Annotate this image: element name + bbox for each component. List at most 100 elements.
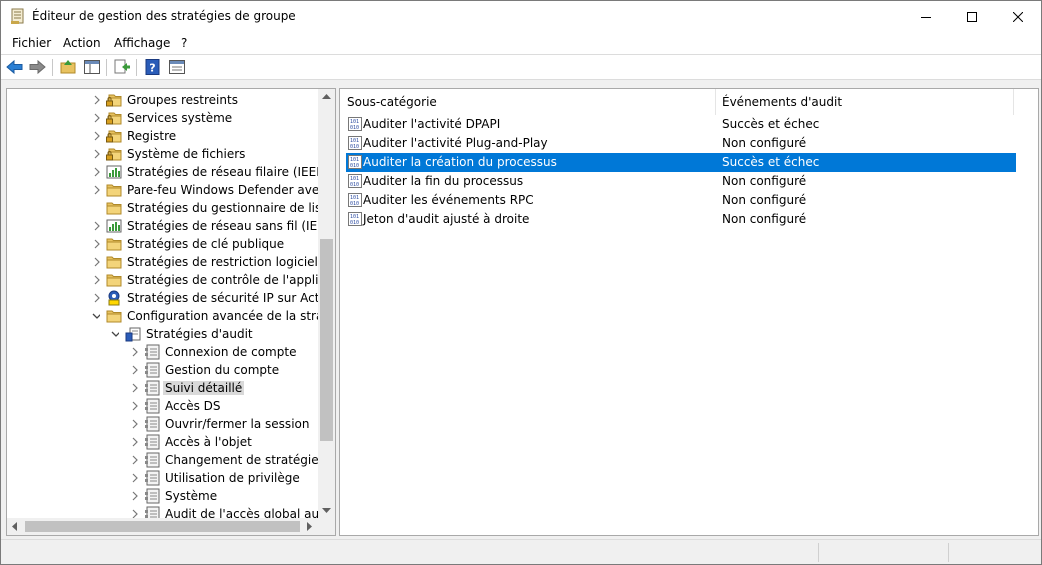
tree-vertical-scrollbar[interactable]	[318, 89, 335, 519]
tree-item-label: Suivi détaillé	[163, 381, 245, 395]
expand-chevron-icon[interactable]	[92, 257, 100, 267]
scroll-left-icon[interactable]	[12, 522, 18, 531]
properties-button[interactable]	[168, 58, 186, 76]
menu-fichier[interactable]: Fichier	[12, 36, 51, 50]
expand-chevron-icon[interactable]	[130, 401, 138, 411]
tree-item-label: Système	[165, 489, 218, 503]
tree-item[interactable]: Stratégies de réseau sans fil (IEEE 802	[7, 217, 335, 235]
expand-chevron-icon[interactable]	[92, 275, 100, 285]
tree-item[interactable]: Suivi détaillé	[7, 379, 318, 397]
help-button[interactable]: ?	[144, 58, 162, 76]
column-divider[interactable]	[1013, 89, 1014, 115]
forward-button[interactable]	[28, 58, 46, 76]
expand-chevron-icon[interactable]	[92, 131, 100, 141]
menu-action[interactable]: Action	[63, 36, 101, 50]
export-list-button[interactable]	[113, 58, 131, 76]
subcategory-name: Auditer l'activité Plug-and-Play	[363, 136, 548, 150]
tree-item[interactable]: Changement de stratégie	[7, 451, 319, 469]
tree-item[interactable]: Groupes restreints	[7, 91, 318, 109]
tree-item[interactable]: Système de fichiers	[7, 145, 318, 163]
console-tree[interactable]: Groupes restreints Services système Regist…	[6, 88, 336, 536]
tree-item[interactable]: Accès à l'objet	[7, 433, 318, 451]
expand-chevron-icon[interactable]	[130, 347, 138, 357]
tree-item[interactable]: Services système	[7, 109, 318, 127]
show-hide-tree-icon	[84, 60, 100, 74]
list-row[interactable]: 101 010 Auditer l'activité DPAPI Succès et …	[346, 115, 1016, 134]
tree-item[interactable]: Utilisation de privilège	[7, 469, 318, 487]
list-row[interactable]: 101 010 Auditer la création du processus Su…	[346, 153, 1016, 172]
tree-item-label: Stratégies de réseau sans fil (IEEE 802	[127, 219, 336, 233]
tree-item[interactable]: Gestion du compte	[7, 361, 318, 379]
tree-item-label: Stratégies de réseau filaire (IEEE 802.3	[127, 165, 335, 179]
tree-item[interactable]: Stratégies de clé publique	[7, 235, 318, 253]
list-row[interactable]: 101 010 Jeton d'audit ajusté à droite Non c…	[346, 210, 1016, 229]
status-bar	[1, 539, 1041, 564]
scroll-right-icon[interactable]	[307, 522, 313, 531]
back-button[interactable]	[6, 58, 24, 76]
subcategory-name: Auditer la fin du processus	[363, 174, 524, 188]
chart-policy-icon	[106, 219, 122, 233]
column-header-subcategory[interactable]: Sous-catégorie	[340, 89, 715, 115]
audit-events-value: Non configuré	[722, 174, 807, 188]
collapse-chevron-icon[interactable]	[92, 311, 100, 321]
expand-chevron-icon[interactable]	[92, 95, 100, 105]
tree-item[interactable]: Stratégies de restriction logicielle	[7, 253, 329, 271]
expand-chevron-icon[interactable]	[130, 437, 138, 447]
tree-vertical-scroll-thumb[interactable]	[320, 239, 333, 441]
show-hide-tree-button[interactable]	[83, 58, 101, 76]
title-bar[interactable]: Éditeur de gestion des stratégies de gro…	[1, 1, 1041, 32]
expand-chevron-icon[interactable]	[130, 491, 138, 501]
tree-item[interactable]: Stratégies du gestionnaire de listes d	[7, 199, 335, 217]
tree-item[interactable]: Registre	[7, 127, 318, 145]
expand-chevron-icon[interactable]	[130, 419, 138, 429]
expand-chevron-icon[interactable]	[92, 113, 100, 123]
minimize-button[interactable]	[903, 1, 949, 32]
tree-item[interactable]: Système	[7, 487, 318, 505]
collapse-chevron-icon[interactable]	[111, 329, 119, 339]
expand-chevron-icon[interactable]	[130, 383, 138, 393]
menu-help[interactable]: ?	[181, 36, 187, 50]
expand-chevron-icon[interactable]	[92, 221, 100, 231]
expand-chevron-icon[interactable]	[92, 239, 100, 249]
tree-item[interactable]: Configuration avancée de la stratégi	[7, 307, 335, 325]
menu-affichage[interactable]: Affichage	[114, 36, 170, 50]
expand-chevron-icon[interactable]	[130, 473, 138, 483]
toolbar: ?	[1, 54, 1041, 80]
expand-chevron-icon[interactable]	[92, 167, 100, 177]
tree-item[interactable]: Stratégies d'audit	[7, 325, 318, 343]
details-list[interactable]: Sous-catégorie Événements d'audit 101 010…	[339, 88, 1039, 536]
gpo-editor-window: Éditeur de gestion des stratégies de gro…	[0, 0, 1042, 565]
column-header-audit-events[interactable]: Événements d'audit	[715, 89, 1013, 115]
scroll-down-icon[interactable]	[322, 508, 331, 514]
svg-text:?: ?	[149, 62, 155, 75]
tree-item[interactable]: Accès DS	[7, 397, 318, 415]
expand-chevron-icon[interactable]	[92, 185, 100, 195]
maximize-button[interactable]	[949, 1, 995, 32]
list-row[interactable]: 101 010 Auditer l'activité Plug-and-Play No…	[346, 134, 1016, 153]
audit-policy-icon	[125, 327, 141, 342]
expand-chevron-icon[interactable]	[92, 293, 100, 303]
list-row[interactable]: 101 010 Auditer les événements RPC Non conf…	[346, 191, 1016, 210]
tree-item[interactable]: Stratégies de sécurité IP sur Active D	[7, 289, 335, 307]
window-title: Éditeur de gestion des stratégies de gro…	[32, 9, 296, 23]
expand-chevron-icon[interactable]	[130, 455, 138, 465]
tree-item-label: Stratégies de sécurité IP sur Active D	[127, 291, 336, 305]
tree-item[interactable]: Pare-feu Windows Defender avec fo	[7, 181, 335, 199]
expand-chevron-icon[interactable]	[130, 365, 138, 375]
tree-horizontal-scroll-thumb[interactable]	[25, 521, 300, 532]
list-row[interactable]: 101 010 Auditer la fin du processus Non con…	[346, 172, 1016, 191]
ipsec-icon	[108, 290, 120, 306]
up-folder-button[interactable]	[59, 58, 77, 76]
lock-folder-icon	[106, 148, 122, 161]
tree-item[interactable]: Ouvrir/fermer la session	[7, 415, 318, 433]
tree-horizontal-scrollbar[interactable]	[7, 518, 318, 535]
tree-item[interactable]: Connexion de compte	[7, 343, 318, 361]
close-icon	[1013, 11, 1023, 22]
scroll-up-icon[interactable]	[322, 94, 331, 100]
close-button[interactable]	[995, 1, 1041, 32]
tree-item[interactable]: Stratégies de réseau filaire (IEEE 802.3	[7, 163, 335, 181]
svg-text:010: 010	[350, 125, 359, 131]
subcategory-name: Auditer la création du processus	[363, 155, 557, 169]
expand-chevron-icon[interactable]	[92, 149, 100, 159]
tree-item[interactable]: Stratégies de contrôle de l'applicatio	[7, 271, 335, 289]
